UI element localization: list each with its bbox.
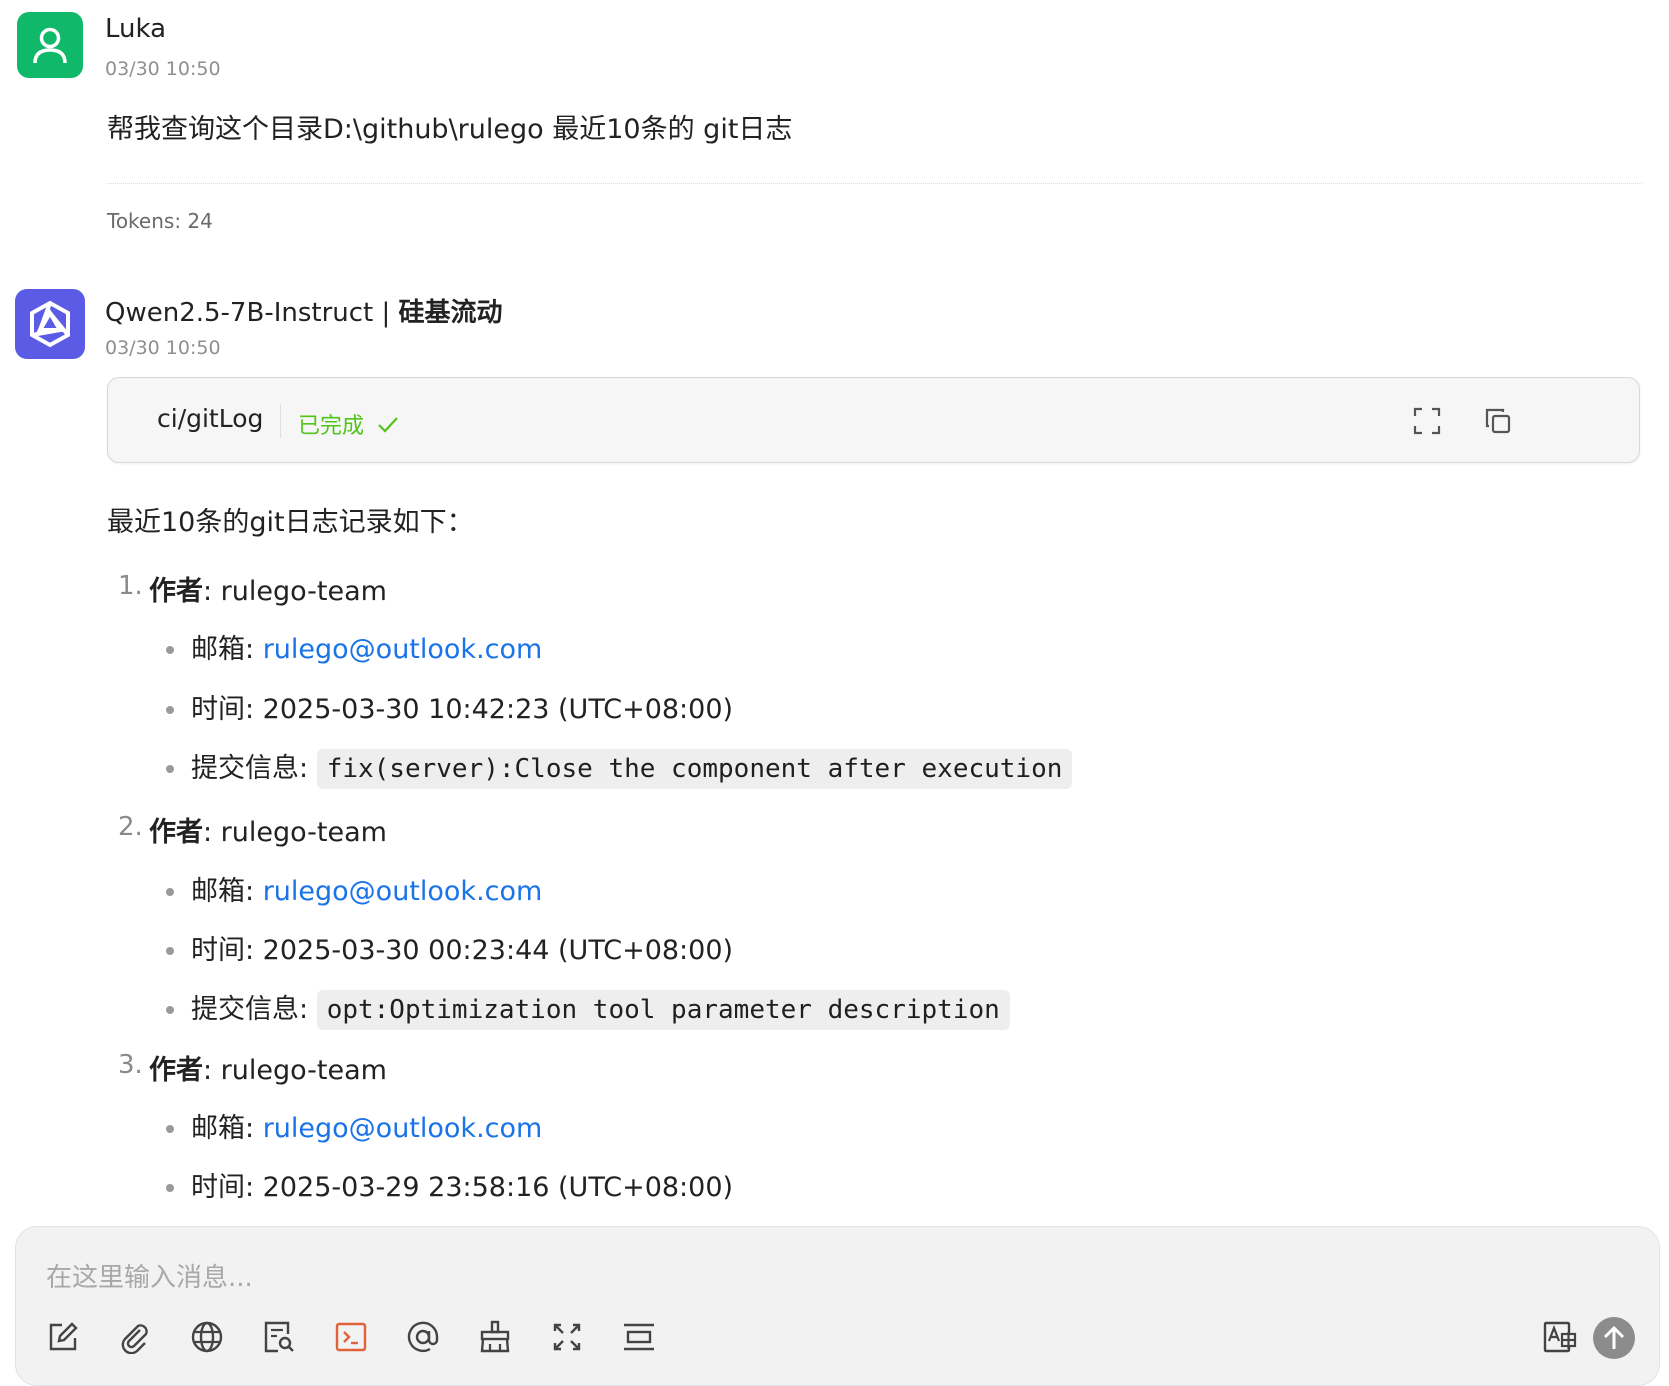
email-link[interactable]: rulego@outlook.com <box>263 876 543 907</box>
attachment-icon <box>121 1324 148 1354</box>
author-value: : rulego-team <box>203 1055 387 1086</box>
message-divider <box>107 183 1642 184</box>
time-line: 时间: 2025-03-29 23:58:16 (UTC+08:00) <box>191 1172 734 1203</box>
author-value: : rulego-team <box>203 817 387 848</box>
user-avatar[interactable] <box>17 12 83 78</box>
commit-label: 提交信息: <box>191 994 317 1025</box>
bullet <box>166 706 174 714</box>
email-link[interactable]: rulego@outlook.com <box>263 1113 543 1144</box>
tool-status: 已完成 <box>298 408 399 440</box>
model-name: Qwen2.5-7B-Instruct | 硅基流动 <box>105 292 503 329</box>
attach-button[interactable] <box>115 1317 155 1357</box>
email-label: 邮箱: <box>191 1113 263 1144</box>
message-input[interactable] <box>44 1255 1548 1301</box>
send-button[interactable] <box>1593 1317 1635 1359</box>
model-provider: 硅基流动 <box>398 298 503 328</box>
tool-call-card[interactable]: ci/gitLog 已完成 <box>107 377 1640 463</box>
bullet <box>166 1125 174 1133</box>
email-label: 邮箱: <box>191 634 263 665</box>
bullet <box>166 1184 174 1192</box>
email-line: 邮箱: rulego@outlook.com <box>191 869 542 908</box>
bullet <box>166 888 174 896</box>
translate-icon <box>1543 1321 1577 1353</box>
mcp-tools-button[interactable] <box>331 1317 371 1357</box>
tool-name: ci/gitLog <box>157 404 264 433</box>
new-topic-button[interactable] <box>43 1317 83 1357</box>
model-name-text: Qwen2.5-7B-Instruct <box>105 298 374 328</box>
translate-button[interactable] <box>1541 1317 1581 1357</box>
commit-line: 提交信息: fix(server):Close the component af… <box>191 746 1073 789</box>
edit-icon <box>49 1322 78 1351</box>
wrap-lines-icon <box>624 1323 654 1351</box>
tool-status-text: 已完成 <box>298 414 365 439</box>
model-avatar[interactable] <box>15 289 85 359</box>
list-number: 1. <box>118 571 143 601</box>
author-label: 作者 <box>149 576 203 607</box>
commit-message: fix(server):Close the component after ex… <box>316 749 1073 789</box>
author-label: 作者 <box>149 1055 203 1086</box>
user-name: Luka <box>105 14 167 44</box>
bullet <box>166 765 174 773</box>
knowledge-search-icon <box>264 1321 294 1353</box>
copy-button[interactable] <box>1482 405 1514 437</box>
clear-broom-icon <box>480 1320 510 1353</box>
list-item: 作者: rulego-team <box>149 1048 387 1087</box>
author-value: : rulego-team <box>203 576 387 607</box>
qwen-logo-icon <box>30 300 70 348</box>
bullet <box>166 947 174 955</box>
commit-line: 提交信息: opt:Optimization tool parameter de… <box>191 987 1010 1030</box>
fullscreen-icon <box>1413 407 1441 435</box>
email-line: 邮箱: rulego@outlook.com <box>191 627 542 666</box>
commit-message: opt:Optimization tool parameter descript… <box>316 990 1010 1030</box>
check-icon <box>378 417 398 433</box>
email-label: 邮箱: <box>191 876 263 907</box>
list-number: 2. <box>118 812 143 842</box>
copy-icon <box>1485 408 1511 434</box>
globe-icon <box>191 1321 223 1353</box>
bullet <box>166 1006 174 1014</box>
email-line: 邮箱: rulego@outlook.com <box>191 1106 542 1145</box>
email-link[interactable]: rulego@outlook.com <box>263 634 543 665</box>
expand-input-button[interactable] <box>547 1317 587 1357</box>
time-line: 时间: 2025-03-30 00:23:44 (UTC+08:00) <box>191 935 734 966</box>
author-label: 作者 <box>149 817 203 848</box>
user-icon <box>33 27 67 64</box>
bullet <box>166 646 174 654</box>
new-line-button[interactable] <box>619 1317 659 1357</box>
mention-model-button[interactable] <box>403 1317 443 1357</box>
token-count: Tokens: 24 <box>107 209 213 233</box>
assistant-message-time: 03/30 10:50 <box>105 337 221 359</box>
knowledge-base-button[interactable] <box>259 1317 299 1357</box>
clear-context-button[interactable] <box>475 1317 515 1357</box>
commit-label: 提交信息: <box>191 753 317 784</box>
list-item: 作者: rulego-team <box>149 810 387 849</box>
model-separator: | <box>373 298 399 328</box>
answer-intro: 最近10条的git日志记录如下： <box>107 507 474 538</box>
list-number: 3. <box>118 1050 143 1080</box>
fullscreen-button[interactable] <box>1411 405 1443 437</box>
message-input-box <box>15 1226 1660 1386</box>
tool-divider <box>280 404 281 438</box>
user-message-text: 帮我查询这个目录D:\github\rulego 最近10条的 git日志 <box>107 114 793 145</box>
mention-icon <box>407 1321 439 1353</box>
list-item: 作者: rulego-team <box>149 569 387 608</box>
expand-icon <box>553 1323 581 1351</box>
web-search-button[interactable] <box>187 1317 227 1357</box>
arrow-up-icon <box>1603 1325 1625 1349</box>
terminal-icon <box>335 1322 367 1352</box>
user-message-time: 03/30 10:50 <box>105 58 221 80</box>
time-line: 时间: 2025-03-30 10:42:23 (UTC+08:00) <box>191 694 734 725</box>
